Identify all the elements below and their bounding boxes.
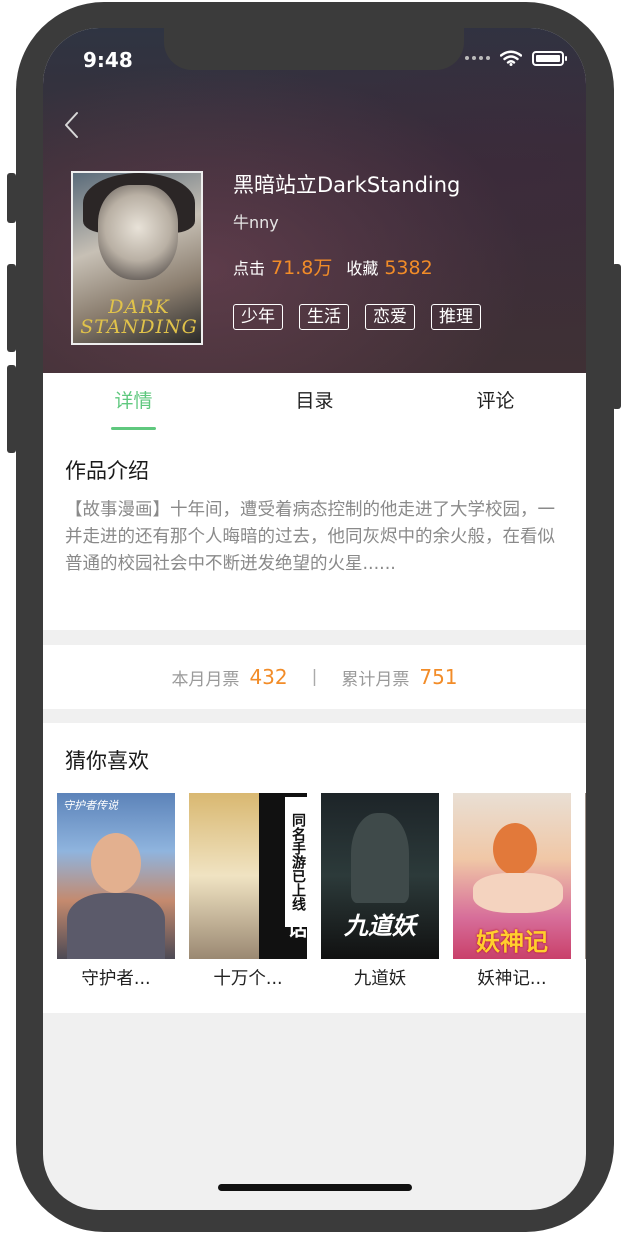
- status-time: 9:48: [83, 48, 133, 72]
- recommendations-section: 猜你喜欢 守护者传说 守护者... 十万个冷笑话 同名手游已上线 十万个...: [43, 723, 586, 1013]
- tab-bar: 详情 目录 评论: [43, 373, 586, 433]
- tag[interactable]: 生活: [299, 304, 349, 330]
- recommendation-cover: 十万个冷笑话 同名手游已上线: [189, 793, 307, 959]
- cover-face: [98, 185, 178, 280]
- monthly-tickets: 本月月票 432 | 累计月票 751: [43, 645, 586, 709]
- cover-logo-text: 守护者传说: [63, 799, 118, 812]
- favorites-label: 收藏: [346, 259, 379, 278]
- power-button: [612, 264, 621, 409]
- recommendation-name: 妖神记...: [477, 969, 547, 989]
- recommendation-cover: 九道妖: [321, 793, 439, 959]
- book-cover: DARK STANDING: [71, 171, 203, 345]
- volume-up-button: [7, 264, 16, 352]
- tab-details[interactable]: 详情: [43, 373, 224, 433]
- recommendation-name: 守护者...: [81, 969, 151, 989]
- total-ticket-label: 累计月票: [341, 669, 410, 690]
- wifi-icon: [500, 50, 522, 66]
- recommendation-item-partial[interactable]: [585, 793, 586, 990]
- home-indicator[interactable]: [218, 1184, 412, 1191]
- recommendation-item[interactable]: 妖神记 妖神记...: [453, 793, 571, 990]
- clicks-label: 点击: [233, 259, 266, 278]
- recommendation-item[interactable]: 十万个冷笑话 同名手游已上线 十万个...: [189, 793, 307, 990]
- status-icons: [465, 50, 567, 66]
- tab-catalog[interactable]: 目录: [224, 373, 405, 433]
- notch: [164, 28, 464, 70]
- tag[interactable]: 推理: [431, 304, 481, 330]
- tag-list: 少年 生活 恋爱 推理: [233, 304, 481, 330]
- recommendation-cover: 妖神记: [453, 793, 571, 959]
- ticket-divider: |: [311, 667, 318, 687]
- tab-comments[interactable]: 评论: [405, 373, 586, 433]
- book-title: 黑暗站立DarkStanding: [233, 173, 461, 197]
- signal-dots-icon: [465, 56, 490, 60]
- cover-title-text: 妖神记: [476, 928, 548, 956]
- recommendations-title: 猜你喜欢: [65, 749, 149, 773]
- battery-icon: [532, 50, 567, 66]
- intro-text[interactable]: 【故事漫画】十年间，遭受着病态控制的他走进了大学校园，一并走进的还有那个人晦暗的…: [65, 497, 564, 578]
- cover-subtitle-text: 同名手游已上线: [285, 797, 307, 927]
- book-stats: 点击 71.8万 收藏 5382: [233, 253, 481, 280]
- recommendation-list: 守护者传说 守护者... 十万个冷笑话 同名手游已上线 十万个... 九道妖: [57, 793, 586, 990]
- favorites-value: 5382: [384, 257, 433, 279]
- recommendation-item[interactable]: 九道妖 九道妖: [321, 793, 439, 990]
- volume-down-button: [7, 365, 16, 453]
- book-info: 黑暗站立DarkStanding 牛nny 点击 71.8万 收藏 5382 少…: [233, 171, 481, 330]
- cover-title: DARK STANDING: [80, 296, 198, 338]
- cover-title-text: 九道妖: [344, 911, 416, 940]
- recommendation-name: 十万个...: [213, 969, 283, 989]
- app-screen: 9:48 DARK STANDING 黑暗站立DarkStanding 牛nny…: [43, 28, 586, 1210]
- back-button[interactable]: [61, 110, 85, 140]
- book-author[interactable]: 牛nny: [233, 209, 481, 233]
- intro-title: 作品介绍: [65, 459, 149, 483]
- month-ticket-value: 432: [249, 665, 288, 689]
- book-header: 9:48 DARK STANDING 黑暗站立DarkStanding 牛nny…: [43, 28, 586, 373]
- intro-section: 作品介绍 【故事漫画】十年间，遭受着病态控制的他走进了大学校园，一并走进的还有那…: [43, 433, 586, 630]
- clicks-value: 71.8万: [271, 257, 333, 279]
- recommendation-name: 九道妖: [353, 969, 407, 989]
- tag[interactable]: 恋爱: [365, 304, 415, 330]
- recommendation-cover: [585, 793, 586, 959]
- total-ticket-value: 751: [419, 665, 458, 689]
- mute-switch: [7, 173, 16, 223]
- tag[interactable]: 少年: [233, 304, 283, 330]
- recommendation-item[interactable]: 守护者传说 守护者...: [57, 793, 175, 990]
- month-ticket-label: 本月月票: [171, 669, 240, 690]
- recommendation-cover: 守护者传说: [57, 793, 175, 959]
